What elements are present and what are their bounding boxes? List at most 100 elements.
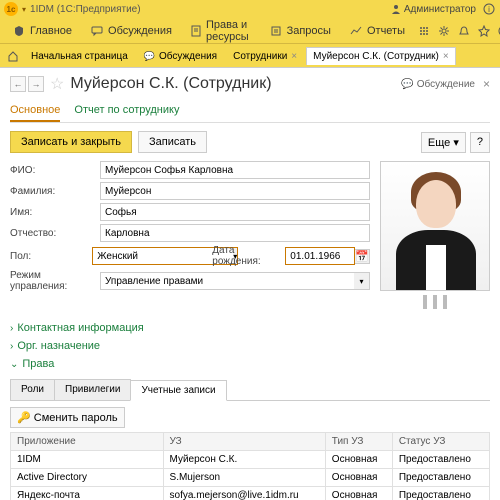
subtab-report[interactable]: Отчет по сотруднику bbox=[74, 100, 179, 122]
list-icon bbox=[269, 24, 283, 38]
tab-home[interactable]: Начальная страница bbox=[24, 47, 135, 65]
cell-app: Яндекс-почта bbox=[11, 487, 164, 500]
firstname-label: Имя: bbox=[10, 207, 100, 218]
section-contact[interactable]: Контактная информация bbox=[10, 319, 490, 337]
nav-back[interactable]: ← bbox=[10, 76, 26, 92]
cell-uz: Муйерсон С.К. bbox=[163, 451, 325, 469]
cell-status: Предоставлено bbox=[392, 451, 489, 469]
tab-employees-label: Сотрудники bbox=[233, 51, 287, 62]
cell-type: Основная bbox=[325, 451, 392, 469]
mode-label: Режим управления: bbox=[10, 270, 100, 292]
subtab-main[interactable]: Основное bbox=[10, 100, 60, 122]
help-button[interactable]: ? bbox=[470, 132, 490, 153]
tab-privs[interactable]: Привилегии bbox=[54, 379, 131, 400]
firstname-field[interactable] bbox=[100, 203, 370, 221]
app-name: 1IDM bbox=[30, 4, 54, 15]
star-icon[interactable] bbox=[475, 22, 493, 40]
cell-status: Предоставлено bbox=[392, 469, 489, 487]
patronymic-field[interactable] bbox=[100, 224, 370, 242]
col-status[interactable]: Статус УЗ bbox=[392, 433, 489, 451]
close-icon[interactable]: × bbox=[483, 77, 490, 91]
close-icon[interactable]: × bbox=[291, 51, 297, 62]
menu-discuss[interactable]: Обсуждения bbox=[82, 21, 180, 41]
shield-icon bbox=[12, 24, 26, 38]
cell-status: Предоставлено bbox=[392, 487, 489, 500]
cell-app: Active Directory bbox=[11, 469, 164, 487]
tab-accounts[interactable]: Учетные записи bbox=[130, 380, 226, 401]
more-button[interactable]: Еще ▾ bbox=[421, 132, 466, 153]
menu-main[interactable]: Главное bbox=[4, 21, 80, 41]
accounts-table: Приложение УЗ Тип УЗ Статус УЗ 1IDMМуйер… bbox=[10, 432, 490, 500]
chat-icon: 💬 bbox=[401, 79, 413, 90]
dob-label: Дата рождения: bbox=[212, 245, 279, 267]
section-rights[interactable]: Права bbox=[10, 355, 490, 373]
gear-icon[interactable] bbox=[435, 22, 453, 40]
change-password-button[interactable]: 🔑 Сменить пароль bbox=[10, 407, 125, 428]
tab-discuss[interactable]: 💬Обсуждения bbox=[137, 47, 224, 65]
svg-text:i: i bbox=[488, 5, 490, 14]
app-logo: 1c bbox=[4, 2, 18, 16]
calendar-icon[interactable]: 📅 bbox=[355, 249, 370, 264]
discuss-link[interactable]: 💬 Обсуждение bbox=[401, 79, 475, 90]
lastname-field[interactable] bbox=[100, 182, 370, 200]
tab-discuss-label: Обсуждения bbox=[159, 51, 217, 62]
gender-label: Пол: bbox=[10, 251, 92, 262]
tab-employee-card-label: Муйерсон С.К. (Сотрудник) bbox=[313, 51, 439, 62]
user-name: Администратор bbox=[404, 4, 476, 15]
more-label: Еще bbox=[428, 137, 450, 149]
app-dropdown-icon[interactable]: ▾ bbox=[22, 5, 26, 14]
discuss-label: Обсуждение bbox=[417, 79, 475, 90]
home-icon[interactable] bbox=[4, 47, 22, 65]
menu-discuss-label: Обсуждения bbox=[108, 25, 172, 37]
save-close-button[interactable]: Записать и закрыть bbox=[10, 131, 132, 153]
col-app[interactable]: Приложение bbox=[11, 433, 164, 451]
cell-app: 1IDM bbox=[11, 451, 164, 469]
app-suffix: (1С:Предприятие) bbox=[57, 4, 141, 15]
change-password-label: Сменить пароль bbox=[34, 412, 118, 424]
fio-field[interactable] bbox=[100, 161, 370, 179]
close-icon[interactable]: × bbox=[443, 51, 449, 62]
cell-uz: sofya.mejerson@live.1idm.ru bbox=[163, 487, 325, 500]
apps-icon[interactable] bbox=[415, 22, 433, 40]
lastname-label: Фамилия: bbox=[10, 186, 100, 197]
fio-label: ФИО: bbox=[10, 165, 100, 176]
key-icon: 🔑 bbox=[17, 412, 31, 424]
page-title: Муйерсон С.К. (Сотрудник) bbox=[70, 75, 271, 93]
user-menu[interactable]: Администратор bbox=[391, 4, 476, 15]
cell-uz: S.Mujerson bbox=[163, 469, 325, 487]
menu-requests[interactable]: Запросы bbox=[261, 21, 339, 41]
tabbar: Начальная страница 💬Обсуждения Сотрудник… bbox=[0, 44, 500, 68]
info-icon[interactable]: i bbox=[482, 2, 496, 16]
chat-icon bbox=[90, 24, 104, 38]
user-icon bbox=[391, 4, 401, 14]
employee-photo[interactable] bbox=[380, 161, 490, 291]
favorite-star-icon[interactable]: ☆ bbox=[50, 74, 64, 94]
menu-reports-label: Отчеты bbox=[367, 25, 405, 37]
menubar: Главное Обсуждения Права и ресурсы Запро… bbox=[0, 18, 500, 44]
subtabs: Основное Отчет по сотруднику bbox=[10, 100, 490, 123]
dob-field[interactable] bbox=[285, 247, 355, 265]
doc-icon bbox=[190, 24, 202, 38]
save-button[interactable]: Записать bbox=[138, 131, 207, 153]
tab-roles[interactable]: Роли bbox=[10, 379, 55, 400]
table-row[interactable]: Яндекс-почтаsofya.mejerson@live.1idm.ruО… bbox=[11, 487, 490, 500]
history-icon[interactable] bbox=[495, 22, 500, 40]
bell-icon[interactable] bbox=[455, 22, 473, 40]
table-row[interactable]: Active DirectoryS.MujersonОсновнаяПредос… bbox=[11, 469, 490, 487]
menu-reports[interactable]: Отчеты bbox=[341, 21, 413, 41]
tab-home-label: Начальная страница bbox=[31, 51, 128, 62]
col-type[interactable]: Тип УЗ bbox=[325, 433, 392, 451]
col-uz[interactable]: УЗ bbox=[163, 433, 325, 451]
mode-field[interactable] bbox=[100, 272, 354, 290]
menu-rights-label: Права и ресурсы bbox=[206, 19, 251, 43]
chevron-down-icon[interactable]: ▾ bbox=[354, 272, 370, 290]
table-row[interactable]: 1IDMМуйерсон С.К.ОсновнаяПредоставлено bbox=[11, 451, 490, 469]
menu-rights[interactable]: Права и ресурсы bbox=[182, 16, 259, 46]
cell-type: Основная bbox=[325, 487, 392, 500]
tab-employees[interactable]: Сотрудники × bbox=[226, 47, 304, 65]
patronymic-label: Отчество: bbox=[10, 228, 100, 239]
photo-controls[interactable] bbox=[380, 295, 490, 309]
nav-forward[interactable]: → bbox=[28, 76, 44, 92]
section-org[interactable]: Орг. назначение bbox=[10, 337, 490, 355]
tab-employee-card[interactable]: Муйерсон С.К. (Сотрудник) × bbox=[306, 47, 456, 65]
